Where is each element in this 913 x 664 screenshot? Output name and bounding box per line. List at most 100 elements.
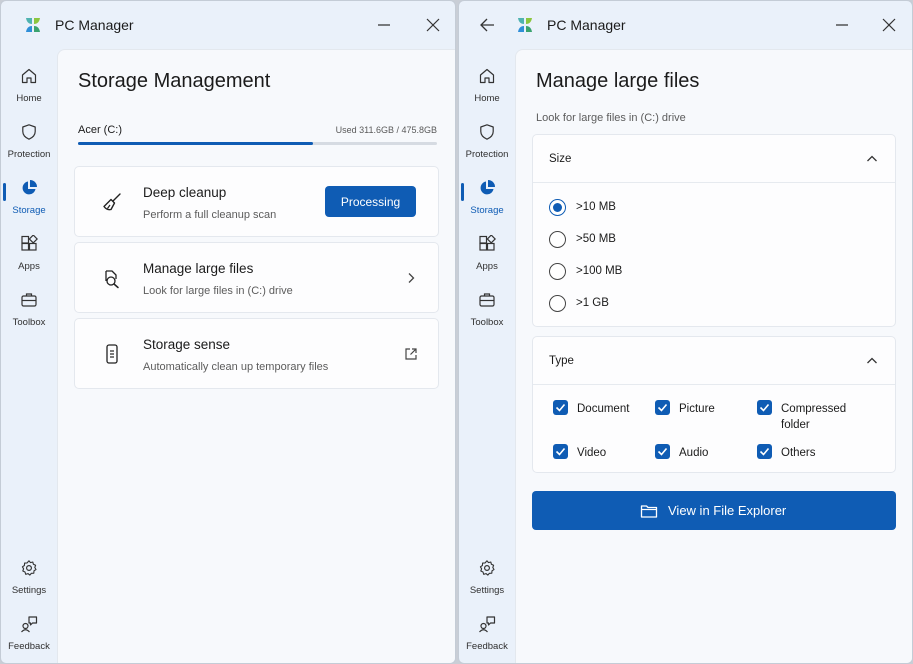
nav-label-storage: Storage <box>12 205 46 216</box>
type-option-label: Audio <box>679 447 709 459</box>
checkbox-checked[interactable] <box>553 400 568 415</box>
nav-label-protection: Protection <box>465 149 509 160</box>
feedback-icon <box>479 616 496 633</box>
size-panel-label: Size <box>549 153 572 165</box>
minimize-button[interactable] <box>372 13 396 37</box>
manage-large-files-card[interactable]: Manage large files Look for large files … <box>74 242 439 313</box>
checkmark-icon <box>759 447 770 456</box>
external-link-icon <box>405 348 417 360</box>
page-title: Storage Management <box>78 70 271 92</box>
drive-usage-bar <box>78 142 437 145</box>
type-filter-panel: Type Document Picture Compressed folder … <box>532 336 896 473</box>
app-title: PC Manager <box>547 17 626 33</box>
view-in-file-explorer-button[interactable]: View in File Explorer <box>532 491 896 530</box>
nav-label-feedback: Feedback <box>8 641 50 652</box>
deep-cleanup-title: Deep cleanup <box>143 185 227 200</box>
radio-button[interactable] <box>549 231 566 248</box>
checkbox-checked[interactable] <box>655 400 670 415</box>
broom-icon <box>103 193 121 211</box>
type-option-label: Document <box>577 403 630 415</box>
nav-item-apps[interactable]: Apps <box>459 235 515 287</box>
shield-icon <box>22 124 36 140</box>
nav-label-feedback: Feedback <box>466 641 508 652</box>
size-option-label: >1 GB <box>576 297 609 309</box>
nav-item-apps[interactable]: Apps <box>1 235 57 287</box>
drive-usage-fill <box>78 142 314 145</box>
nav-item-toolbox[interactable]: Toolbox <box>1 291 57 343</box>
storage-sense-card[interactable]: Storage sense Automatically clean up tem… <box>74 318 439 389</box>
nav-item-storage[interactable]: Storage <box>459 179 515 231</box>
app-title: PC Manager <box>55 17 134 33</box>
title-bar: PC Manager <box>1 1 455 49</box>
apps-icon <box>21 235 38 251</box>
checkbox-checked[interactable] <box>553 444 568 459</box>
close-icon <box>426 18 440 32</box>
type-option-label: Compressed folder <box>781 403 847 431</box>
nav-item-settings[interactable]: Settings <box>459 559 515 611</box>
apps-icon <box>479 235 496 251</box>
nav-label-apps: Apps <box>476 261 498 272</box>
pie-chart-icon <box>480 180 495 195</box>
pc-manager-logo-icon <box>26 18 40 32</box>
chevron-up-icon <box>867 357 877 364</box>
home-icon <box>21 68 37 84</box>
size-option-label: >10 MB <box>576 201 616 213</box>
nav-item-settings[interactable]: Settings <box>1 559 57 611</box>
checkbox-checked[interactable] <box>757 444 772 459</box>
checkmark-icon <box>657 447 668 456</box>
title-bar: PC Manager <box>459 1 912 49</box>
checkmark-icon <box>555 403 566 412</box>
size-panel-header[interactable]: Size <box>533 135 895 183</box>
minimize-icon <box>378 24 390 26</box>
deep-cleanup-card[interactable]: Deep cleanup Perform a full cleanup scan… <box>74 166 439 237</box>
nav-label-home: Home <box>474 93 500 104</box>
nav-item-toolbox[interactable]: Toolbox <box>459 291 515 343</box>
checkbox-checked[interactable] <box>655 444 670 459</box>
feedback-icon <box>21 616 38 633</box>
checkmark-icon <box>657 403 668 412</box>
nav-label-storage: Storage <box>470 205 504 216</box>
back-arrow-icon <box>480 18 494 32</box>
large-files-content: Manage large files Look for large files … <box>515 49 912 663</box>
back-button[interactable] <box>475 13 499 37</box>
radio-button[interactable] <box>549 295 566 312</box>
nav-item-protection[interactable]: Protection <box>1 123 57 175</box>
page-subtitle: Look for large files in (C:) drive <box>536 112 686 124</box>
radio-button[interactable] <box>549 263 566 280</box>
close-button[interactable] <box>877 13 901 37</box>
nav-item-home[interactable]: Home <box>459 67 515 119</box>
processing-button[interactable]: Processing <box>325 186 416 217</box>
storage-sense-subtitle: Automatically clean up temporary files <box>143 361 329 373</box>
size-filter-panel: Size >10 MB >50 MB >100 MB >1 GB <box>532 134 896 327</box>
checkbox-checked[interactable] <box>757 400 772 415</box>
close-icon <box>882 18 896 32</box>
search-document-icon <box>105 270 119 289</box>
checkmark-icon <box>759 403 770 412</box>
radio-button-selected[interactable] <box>549 199 566 216</box>
nav-item-protection[interactable]: Protection <box>459 123 515 175</box>
nav-label-protection: Protection <box>7 149 51 160</box>
type-option-label: Others <box>781 447 816 459</box>
nav-item-feedback[interactable]: Feedback <box>459 615 515 663</box>
nav-item-feedback[interactable]: Feedback <box>1 615 57 663</box>
gear-icon <box>479 560 495 576</box>
nav-item-storage[interactable]: Storage <box>1 179 57 231</box>
nav-rail: Home Protection Storage Apps Toolbox Set… <box>1 49 57 663</box>
nav-label-toolbox: Toolbox <box>470 317 504 328</box>
deep-cleanup-subtitle: Perform a full cleanup scan <box>143 209 277 221</box>
home-icon <box>479 68 495 84</box>
drive-name: Acer (C:) <box>78 124 122 136</box>
size-option-label: >100 MB <box>576 265 623 277</box>
gear-icon <box>21 560 37 576</box>
minimize-button[interactable] <box>830 13 854 37</box>
close-button[interactable] <box>421 13 445 37</box>
checkmark-icon <box>555 447 566 456</box>
size-option-label: >50 MB <box>576 233 616 245</box>
type-panel-header[interactable]: Type <box>533 337 895 385</box>
storage-sense-title: Storage sense <box>143 337 231 352</box>
drive-used-label: Used 311.6GB / 475.8GB <box>335 125 437 135</box>
pc-manager-logo-icon <box>518 18 532 32</box>
nav-item-home[interactable]: Home <box>1 67 57 119</box>
chevron-up-icon <box>867 155 877 162</box>
nav-label-home: Home <box>16 93 42 104</box>
